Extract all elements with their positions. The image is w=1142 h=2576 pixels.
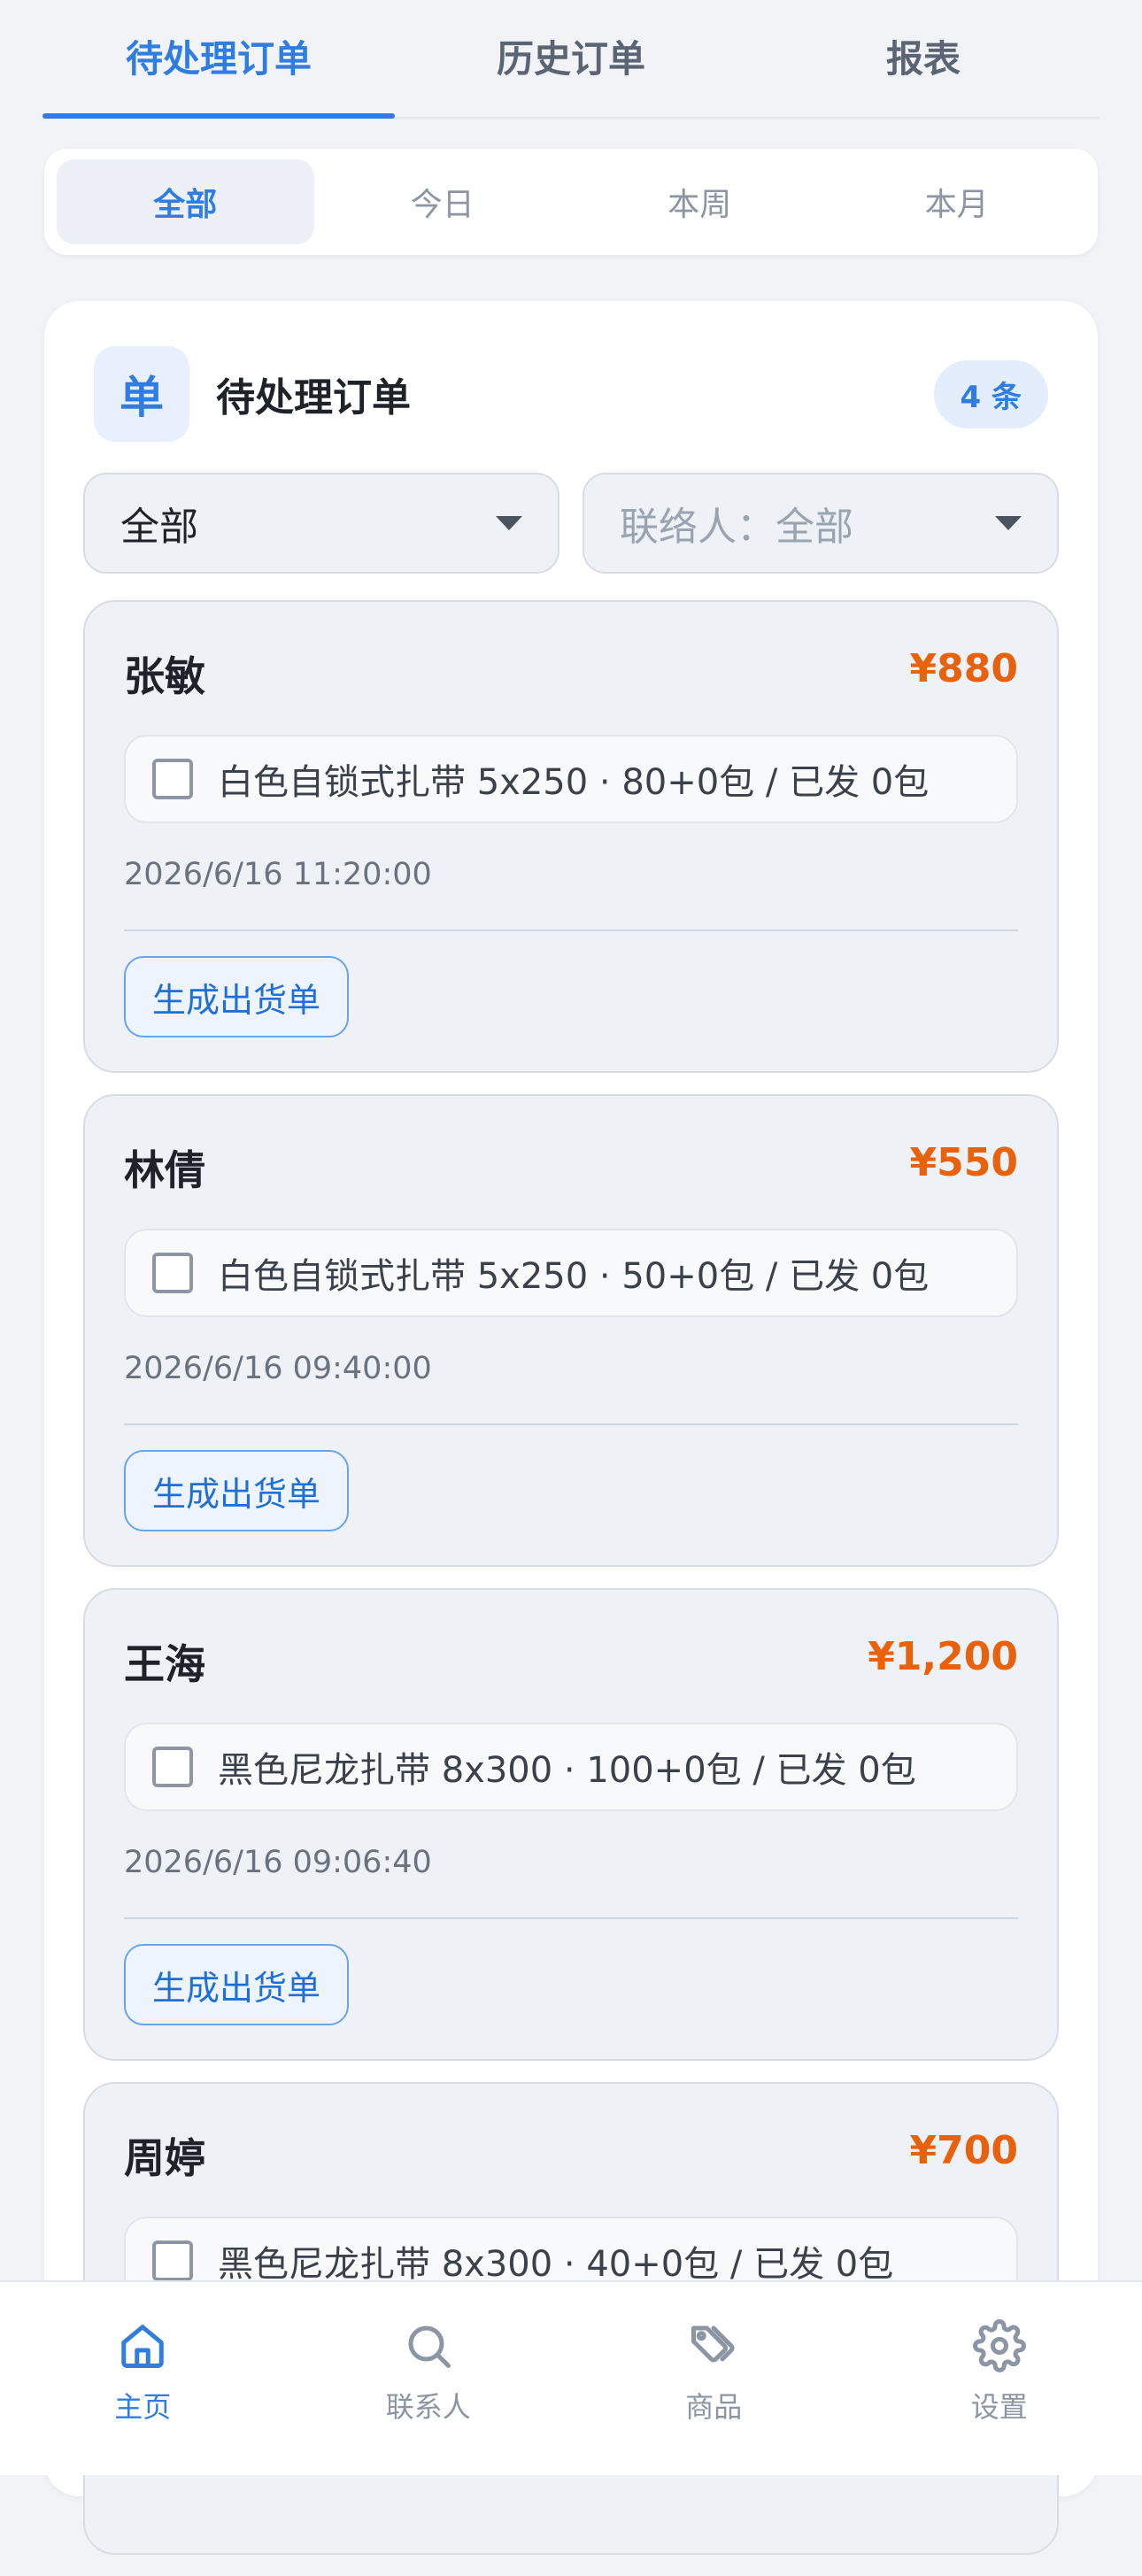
order-customer-name: 林倩	[124, 1138, 205, 1197]
divider	[124, 929, 1018, 931]
order-item-text: 黑色尼龙扎带 8x300 · 40+0包 / 已发 0包	[218, 2235, 893, 2287]
order-time: 2026/6/16 09:40:00	[124, 1351, 432, 1386]
nav-settings[interactable]: 设置	[857, 2282, 1142, 2475]
tab-reports[interactable]: 报表	[747, 0, 1100, 112]
nav-label: 商品	[685, 2385, 742, 2426]
tag-icon	[687, 2319, 740, 2372]
order-amount: ¥880	[910, 646, 1018, 691]
nav-contacts[interactable]: 联系人	[286, 2282, 572, 2475]
item-checkbox[interactable]	[152, 759, 193, 799]
count-badge: 4 条	[934, 360, 1049, 428]
order-item-text: 白色自锁式扎带 5x250 · 50+0包 / 已发 0包	[218, 1247, 929, 1299]
card-filters: 全部 联络人：全部	[83, 473, 1059, 574]
status-select[interactable]: 全部	[83, 473, 559, 574]
generate-shipment-button[interactable]: 生成出货单	[124, 956, 349, 1037]
order-amount: ¥1,200	[868, 1634, 1018, 1679]
range-all[interactable]: 全部	[57, 159, 314, 244]
order-card: 林倩 ¥550 白色自锁式扎带 5x250 · 50+0包 / 已发 0包 20…	[83, 1094, 1059, 1567]
item-checkbox[interactable]	[152, 2241, 193, 2281]
order-item-text: 黑色尼龙扎带 8x300 · 100+0包 / 已发 0包	[218, 1741, 916, 1793]
nav-label: 主页	[114, 2385, 171, 2426]
generate-shipment-button[interactable]: 生成出货单	[124, 1450, 349, 1531]
home-icon	[116, 2319, 169, 2372]
bottom-nav: 主页 联系人 商品 设置	[0, 2280, 1142, 2475]
order-customer-name: 王海	[124, 1632, 205, 1691]
order-doc-icon: 单	[94, 346, 189, 442]
divider	[124, 1423, 1018, 1425]
order-card: 王海 ¥1,200 黑色尼龙扎带 8x300 · 100+0包 / 已发 0包 …	[83, 1588, 1059, 2061]
status-select-value: 全部	[120, 495, 496, 551]
order-card: 张敏 ¥880 白色自锁式扎带 5x250 · 80+0包 / 已发 0包 20…	[83, 600, 1059, 1073]
order-item-row[interactable]: 黑色尼龙扎带 8x300 · 100+0包 / 已发 0包	[124, 1723, 1018, 1811]
gear-icon	[973, 2319, 1026, 2372]
order-amount: ¥550	[910, 1140, 1018, 1185]
range-filter: 全部 今日 本周 本月	[44, 149, 1098, 255]
item-checkbox[interactable]	[152, 1253, 193, 1293]
range-week[interactable]: 本周	[571, 159, 829, 244]
item-checkbox[interactable]	[152, 1747, 193, 1787]
nav-home[interactable]: 主页	[0, 2282, 286, 2475]
chevron-down-icon	[995, 516, 1022, 530]
order-time: 2026/6/16 09:06:40	[124, 1845, 432, 1880]
order-item-row[interactable]: 白色自锁式扎带 5x250 · 50+0包 / 已发 0包	[124, 1229, 1018, 1317]
order-time: 2026/6/16 11:20:00	[124, 857, 432, 892]
card-title: 待处理订单	[216, 366, 934, 422]
nav-label: 联系人	[386, 2385, 471, 2426]
order-customer-name: 张敏	[124, 644, 205, 703]
tab-pending-orders[interactable]: 待处理订单	[42, 0, 395, 112]
nav-products[interactable]: 商品	[571, 2282, 857, 2475]
pending-orders-card: 单 待处理订单 4 条 全部 联络人：全部 张敏 ¥880 白色自锁式扎带 5x…	[44, 301, 1098, 2496]
chevron-down-icon	[496, 516, 522, 530]
order-amount: ¥700	[910, 2128, 1018, 2173]
contact-select[interactable]: 联络人：全部	[583, 473, 1059, 574]
divider	[124, 1917, 1018, 1919]
order-item-text: 白色自锁式扎带 5x250 · 80+0包 / 已发 0包	[218, 753, 929, 805]
card-header: 单 待处理订单 4 条	[94, 345, 1048, 443]
range-month[interactable]: 本月	[829, 159, 1086, 244]
tab-history-orders[interactable]: 历史订单	[395, 0, 747, 112]
contact-select-value: 联络人：全部	[620, 495, 995, 551]
range-today[interactable]: 今日	[314, 159, 572, 244]
top-tab-bar: 待处理订单 历史订单 报表	[42, 0, 1100, 119]
nav-label: 设置	[971, 2385, 1028, 2426]
search-icon	[402, 2319, 455, 2372]
order-item-row[interactable]: 白色自锁式扎带 5x250 · 80+0包 / 已发 0包	[124, 735, 1018, 823]
generate-shipment-button[interactable]: 生成出货单	[124, 1944, 349, 2025]
order-customer-name: 周婷	[124, 2126, 205, 2185]
